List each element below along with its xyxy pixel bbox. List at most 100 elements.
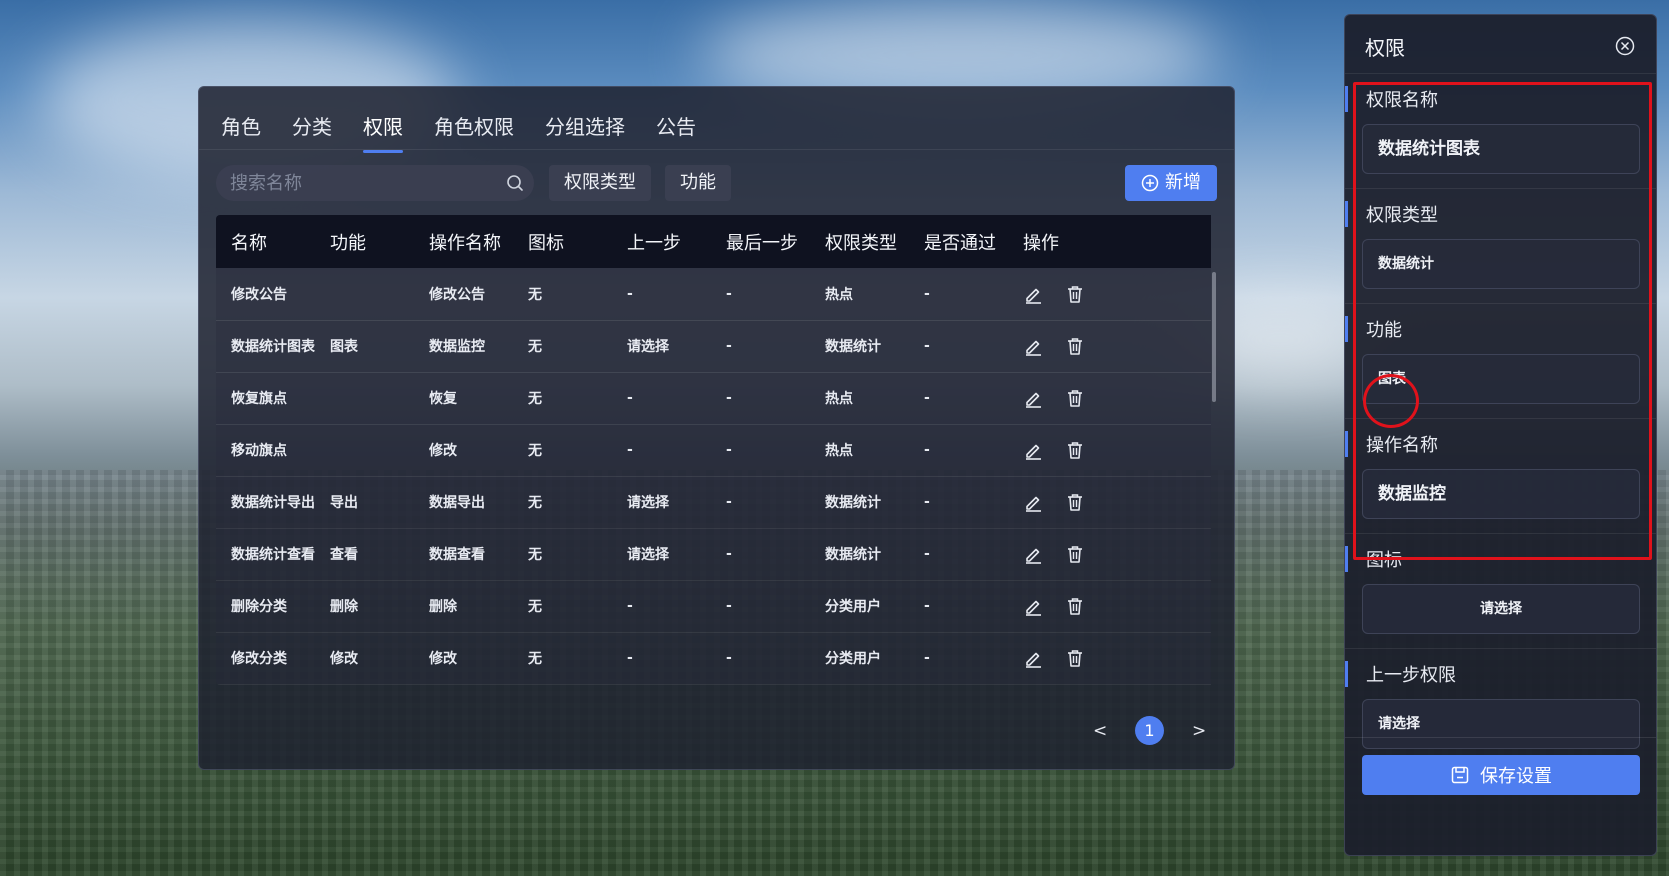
side-panel-header: 权限 [1345, 15, 1656, 74]
page-number-button[interactable]: 1 [1135, 716, 1164, 745]
edit-icon[interactable] [1023, 284, 1043, 304]
table-row[interactable]: 数据统计查看 查看 数据查看 无 请选择 - 数据统计 - [216, 528, 1211, 580]
cell-approved: - [924, 442, 930, 458]
cell-name: 移动旗点 [231, 443, 287, 459]
table-row[interactable]: 修改分类 修改 修改 无 - - 分类用户 - [216, 632, 1211, 684]
tab-roles[interactable]: 角色 [221, 105, 261, 147]
cell-operation-name: 修改 [429, 443, 457, 459]
search-icon[interactable] [506, 174, 524, 192]
permission-name-field[interactable]: 数据统计图表 [1362, 124, 1640, 174]
function-select[interactable]: 图表 [1362, 354, 1640, 404]
row-actions [1023, 529, 1211, 580]
table-row[interactable]: 恢复旗点 恢复 无 - - 热点 - [216, 372, 1211, 424]
close-icon[interactable] [1615, 36, 1635, 56]
field-label-previous-permission: 上一步权限 [1345, 661, 1456, 687]
delete-icon[interactable] [1065, 596, 1085, 616]
cell-operation-name: 数据监控 [429, 339, 485, 355]
cell-permission-type: 分类用户 [825, 651, 881, 667]
field-divider [1345, 303, 1656, 304]
cell-permission-type: 热点 [825, 391, 853, 407]
cell-previous-step: 请选择 [627, 547, 669, 563]
permission-type-select[interactable]: 数据统计 [1362, 239, 1640, 289]
tab-permissions[interactable]: 权限 [363, 105, 403, 153]
cell-approved: - [924, 650, 930, 666]
cell-name: 数据统计导出 [231, 495, 315, 511]
cell-approved: - [924, 285, 930, 302]
delete-icon[interactable] [1065, 440, 1085, 460]
previous-permission-select[interactable]: 请选择 [1362, 699, 1640, 749]
cell-actions [1008, 320, 1211, 372]
cell-previous-step: - [627, 598, 633, 614]
plus-circle-icon [1141, 174, 1159, 192]
prev-page-button[interactable]: < [1093, 721, 1107, 741]
delete-icon[interactable] [1065, 544, 1085, 564]
tab-group-select[interactable]: 分组选择 [545, 105, 625, 147]
edit-icon[interactable] [1023, 388, 1043, 408]
tab-announcements[interactable]: 公告 [656, 105, 696, 147]
cell-name: 数据统计查看 [231, 547, 315, 563]
cell-previous-step: - [627, 285, 633, 302]
cell-operation-name: 数据查看 [429, 547, 485, 563]
cell-icon: 无 [528, 495, 542, 511]
table-row[interactable]: 数据统计图表 图表 数据监控 无 请选择 - 数据统计 - [216, 320, 1211, 372]
column-header-previous-step: 上一步 [627, 232, 681, 254]
cell-last-step: - [726, 650, 732, 666]
cell-function: 查看 [330, 547, 358, 563]
permission-edit-panel: 权限 权限名称 数据统计图表 权限类型 数据统计 功能 图表 操作名称 数据监控… [1344, 14, 1657, 856]
cell-operation-name: 修改公告 [429, 286, 485, 303]
column-header-approved: 是否通过 [924, 232, 996, 254]
delete-icon[interactable] [1065, 284, 1085, 304]
delete-icon[interactable] [1065, 388, 1085, 408]
delete-icon[interactable] [1065, 492, 1085, 512]
table-row[interactable]: 删除分类 删除 删除 无 - - 分类用户 - [216, 580, 1211, 632]
cell-previous-step: - [627, 650, 633, 666]
cell-approved: - [924, 494, 930, 510]
save-settings-button[interactable]: 保存设置 [1362, 755, 1640, 795]
edit-icon[interactable] [1023, 648, 1043, 668]
cell-permission-type: 数据统计 [825, 339, 881, 355]
side-panel-title: 权限 [1365, 36, 1405, 60]
add-button[interactable]: 新增 [1125, 165, 1217, 201]
cell-permission-type: 数据统计 [825, 547, 881, 563]
operation-name-field[interactable]: 数据监控 [1362, 469, 1640, 519]
cell-function [315, 268, 414, 320]
search-input[interactable] [230, 165, 490, 201]
cell-actions [1008, 268, 1211, 320]
edit-icon[interactable] [1023, 596, 1043, 616]
cell-icon: 无 [528, 391, 542, 407]
add-button-label: 新增 [1165, 172, 1201, 193]
cell-function: 导出 [330, 495, 358, 511]
tab-bar: 角色 分类 权限 角色权限 分组选择 公告 [221, 105, 727, 153]
cell-function [315, 372, 414, 424]
permission-management-panel: 角色 分类 权限 角色权限 分组选择 公告 权限类型 功能 新增 [198, 86, 1235, 770]
cell-last-step: - [726, 494, 732, 510]
save-icon [1451, 766, 1469, 784]
column-header-operation-name: 操作名称 [429, 232, 501, 254]
table-row[interactable]: 移动旗点 修改 无 - - 热点 - [216, 424, 1211, 476]
table-row[interactable]: 数据统计导出 导出 数据导出 无 请选择 - 数据统计 - [216, 476, 1211, 528]
tab-categories[interactable]: 分类 [292, 105, 332, 147]
cell-function: 修改 [330, 651, 358, 667]
cell-name: 恢复旗点 [231, 391, 287, 407]
delete-icon[interactable] [1065, 648, 1085, 668]
cell-actions [1008, 476, 1211, 528]
tab-role-permissions[interactable]: 角色权限 [434, 105, 514, 147]
cell-operation-name: 修改 [429, 651, 457, 667]
cell-function: 删除 [330, 599, 358, 615]
function-filter[interactable]: 功能 [665, 165, 731, 201]
table-row[interactable]: 修改公告 修改公告 无 - - 热点 - [216, 268, 1211, 320]
edit-icon[interactable] [1023, 336, 1043, 356]
icon-select[interactable]: 请选择 [1362, 584, 1640, 634]
edit-icon[interactable] [1023, 492, 1043, 512]
edit-icon[interactable] [1023, 544, 1043, 564]
next-page-button[interactable]: > [1192, 721, 1206, 741]
cell-permission-type: 分类用户 [825, 599, 881, 615]
edit-icon[interactable] [1023, 440, 1043, 460]
cell-approved: - [924, 338, 930, 354]
field-divider [1345, 648, 1656, 649]
cell-actions [1008, 528, 1211, 580]
permission-type-filter[interactable]: 权限类型 [549, 165, 651, 201]
table-scrollbar[interactable] [1212, 272, 1216, 402]
cell-actions [1008, 424, 1211, 476]
delete-icon[interactable] [1065, 336, 1085, 356]
